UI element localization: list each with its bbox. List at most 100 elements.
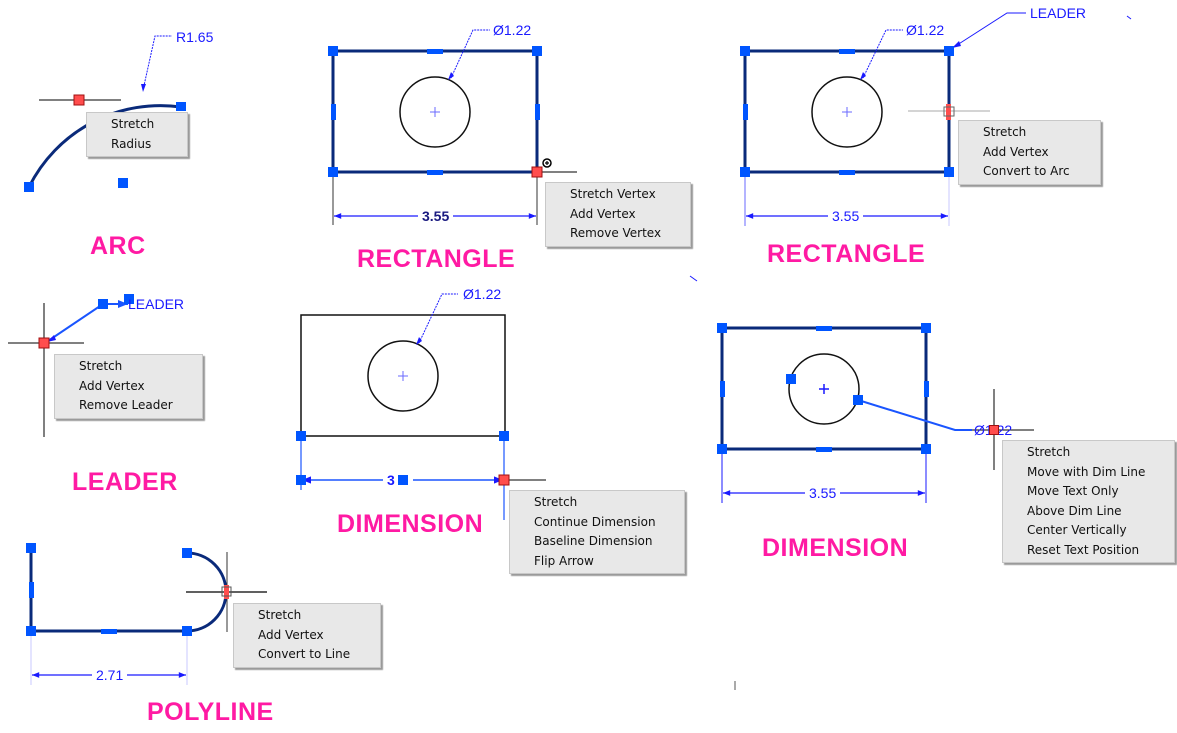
diameter-leader xyxy=(862,29,903,79)
grip-midpoint[interactable] xyxy=(743,104,748,120)
dimension-diameter-grip-menu: Stretch Move with Dim Line Move Text Onl… xyxy=(1002,440,1175,563)
grip-corner[interactable] xyxy=(717,323,727,333)
grip-vertex[interactable] xyxy=(182,548,192,558)
menu-item-center-vertically[interactable]: Center Vertically xyxy=(1003,521,1174,541)
stray-mark xyxy=(689,275,698,282)
grip-arc-start[interactable] xyxy=(24,182,34,192)
menu-item-move-text-only[interactable]: Move Text Only xyxy=(1003,482,1174,502)
polyline-panel xyxy=(26,543,267,685)
menu-item-stretch[interactable]: Stretch xyxy=(55,357,202,377)
rectangle-vertex-panel xyxy=(328,29,577,225)
grip-dim-text[interactable] xyxy=(398,475,408,485)
grip-arc-center[interactable] xyxy=(118,178,128,188)
grip-midpoint[interactable] xyxy=(427,170,443,175)
grip-midpoint[interactable] xyxy=(839,170,855,175)
diameter-arrow-icon xyxy=(860,72,866,80)
radius-leader-line xyxy=(142,35,172,91)
menu-item-add-vertex[interactable]: Add Vertex xyxy=(546,205,690,225)
rectangle-edge-title: RECTANGLE xyxy=(767,240,926,268)
menu-item-continue-dimension[interactable]: Continue Dimension xyxy=(510,513,684,533)
grip-corner[interactable] xyxy=(921,323,931,333)
grip-arc-end[interactable] xyxy=(176,102,186,111)
hot-grip[interactable] xyxy=(531,166,543,178)
grip-corner[interactable] xyxy=(717,444,727,454)
grip-midpoint[interactable] xyxy=(924,381,929,397)
polyline-grip-menu: Stretch Add Vertex Convert to Line xyxy=(233,603,381,668)
grip-corner[interactable] xyxy=(740,167,750,177)
menu-item-remove-vertex[interactable]: Remove Vertex xyxy=(546,224,690,244)
grip-vertex[interactable] xyxy=(26,626,36,636)
grip-midpoint[interactable] xyxy=(427,49,443,54)
arc-grip-menu: Stretch Radius xyxy=(86,112,188,157)
grip-midpoint[interactable] xyxy=(816,447,832,452)
diameter-leader xyxy=(418,293,458,344)
hot-grip[interactable] xyxy=(946,104,951,120)
diameter-label: Ø1.22 xyxy=(463,286,502,302)
grip-corner[interactable] xyxy=(532,46,542,56)
diameter-label: Ø1.22 xyxy=(493,22,532,38)
menu-item-reset-text-position[interactable]: Reset Text Position xyxy=(1003,541,1174,561)
menu-item-add-vertex[interactable]: Add Vertex xyxy=(959,143,1100,163)
width-dimension-label: 3.55 xyxy=(805,485,841,501)
center-mark-icon xyxy=(842,107,852,117)
grip-corner[interactable] xyxy=(944,46,954,56)
grip-midpoint[interactable] xyxy=(331,104,336,120)
grip-midpoint[interactable] xyxy=(816,326,832,331)
menu-item-stretch[interactable]: Stretch xyxy=(234,606,380,626)
grip-corner[interactable] xyxy=(740,46,750,56)
leader-label: LEADER xyxy=(1030,5,1087,21)
menu-item-add-vertex[interactable]: Add Vertex xyxy=(55,377,202,397)
grip-vertex[interactable] xyxy=(182,626,192,636)
menu-item-stretch[interactable]: Stretch xyxy=(87,115,187,135)
diameter-leader[interactable] xyxy=(857,399,972,431)
grip-corner[interactable] xyxy=(921,444,931,454)
menu-item-above-dim-line[interactable]: Above Dim Line xyxy=(1003,502,1174,522)
grip-midpoint[interactable] xyxy=(29,582,34,598)
width-dimension-label: 2.71 xyxy=(92,667,128,683)
diameter-arrow-icon xyxy=(416,337,422,345)
grip-corner[interactable] xyxy=(328,167,338,177)
grip-corner[interactable] xyxy=(328,46,338,56)
menu-item-stretch[interactable]: Stretch xyxy=(959,123,1100,143)
grip-extension[interactable] xyxy=(499,431,509,441)
grip-midpoint[interactable] xyxy=(101,629,117,634)
grip-extension[interactable] xyxy=(296,431,306,441)
diameter-leader xyxy=(450,29,490,79)
menu-item-move-with-dim-line[interactable]: Move with Dim Line xyxy=(1003,463,1174,483)
grip-dimline[interactable] xyxy=(296,475,306,485)
leader-line[interactable] xyxy=(47,303,128,342)
dimension-diameter-panel xyxy=(717,323,1034,503)
grip-midpoint[interactable] xyxy=(839,49,855,54)
center-mark-icon xyxy=(398,371,408,381)
grip-vertex[interactable] xyxy=(98,299,108,309)
menu-item-convert-to-line[interactable]: Convert to Line xyxy=(234,645,380,665)
hot-grip[interactable] xyxy=(498,474,510,486)
hot-grip[interactable] xyxy=(38,337,50,349)
rectangle-vertex-grip-menu: Stretch Vertex Add Vertex Remove Vertex xyxy=(545,182,691,247)
menu-item-stretch-vertex[interactable]: Stretch Vertex xyxy=(546,185,690,205)
grip-diameter[interactable] xyxy=(853,395,863,405)
menu-item-stretch[interactable]: Stretch xyxy=(1003,443,1174,463)
menu-item-convert-to-arc[interactable]: Convert to Arc xyxy=(959,162,1100,182)
menu-item-add-vertex[interactable]: Add Vertex xyxy=(234,626,380,646)
dimension-linear-grip-menu: Stretch Continue Dimension Baseline Dime… xyxy=(509,490,685,574)
center-mark-icon xyxy=(430,107,440,117)
grip-midpoint[interactable] xyxy=(720,381,725,397)
grip-diameter[interactable] xyxy=(786,374,796,384)
menu-item-radius[interactable]: Radius xyxy=(87,135,187,155)
hot-grip[interactable] xyxy=(989,425,999,435)
dimension-linear-title: DIMENSION xyxy=(337,510,484,538)
menu-item-remove-leader[interactable]: Remove Leader xyxy=(55,396,202,416)
menu-item-baseline-dimension[interactable]: Baseline Dimension xyxy=(510,532,684,552)
rectangle-edge-grip-menu: Stretch Add Vertex Convert to Arc xyxy=(958,120,1101,185)
polyline-geometry[interactable] xyxy=(29,548,187,633)
menu-item-stretch[interactable]: Stretch xyxy=(510,493,684,513)
arc-radius-label: R1.65 xyxy=(176,29,214,45)
width-dimension-label: 3.55 xyxy=(418,208,454,224)
menu-item-flip-arrow[interactable]: Flip Arrow xyxy=(510,552,684,572)
grip-vertex[interactable] xyxy=(26,543,36,553)
grip-corner[interactable] xyxy=(944,167,954,177)
hot-grip[interactable] xyxy=(73,94,85,106)
grip-midpoint[interactable] xyxy=(535,104,540,120)
diameter-label: Ø1.22 xyxy=(906,22,945,38)
